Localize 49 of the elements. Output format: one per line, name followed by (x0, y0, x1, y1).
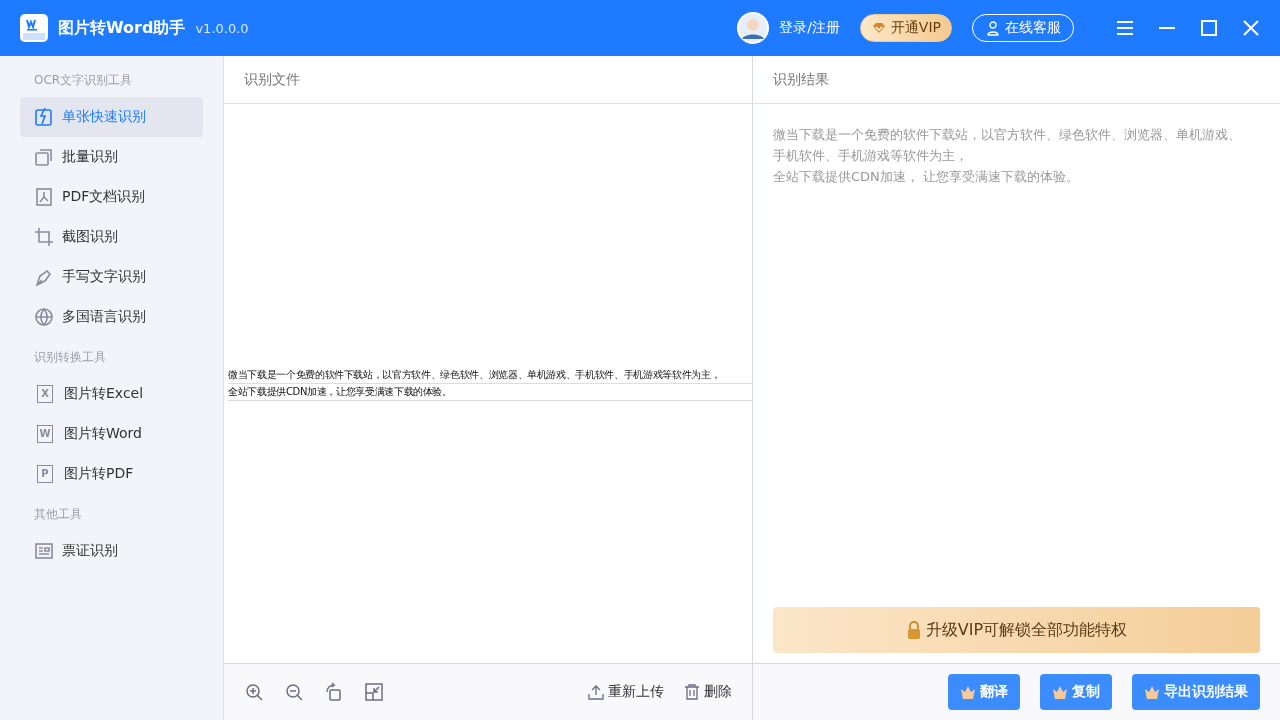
sidebar-item[interactable]: 批量识别 (20, 137, 203, 177)
pen-icon (34, 267, 54, 287)
section-heading: 识别转换工具 (34, 349, 107, 366)
close-icon[interactable] (1242, 19, 1260, 37)
banner-text: 升级VIP可解锁全部功能特权 (925, 619, 1128, 641)
card-icon (34, 541, 54, 561)
zoom-in-icon[interactable] (244, 682, 264, 702)
file-type-badge: X (37, 385, 53, 403)
trash-icon (684, 684, 700, 700)
crown-icon (960, 684, 976, 700)
upload-button[interactable]: 重新上传 (588, 683, 664, 701)
crown-icon (1144, 684, 1160, 700)
maximize-icon[interactable] (1200, 19, 1218, 37)
sidebar-item[interactable]: PDF文档识别 (20, 177, 203, 217)
preview-text-line: 微当下载是一个免费的软件下载站，以官方软件、绿色软件、浏览器、单机游戏、手机软件、手机游戏等软件为主， (228, 366, 752, 384)
version-label: v1.0.0.0 (195, 20, 249, 36)
sidebar-item[interactable]: X 图片转Excel (20, 374, 203, 414)
crown-icon (1052, 684, 1068, 700)
pdf-icon (34, 187, 54, 207)
section-heading: OCR文字识别工具 (34, 72, 134, 89)
sidebar-item[interactable]: P 图片转PDF (20, 454, 203, 494)
app-title: 图片转Word助手 (58, 17, 186, 39)
sidebar-item[interactable]: 截图识别 (20, 217, 203, 257)
login-link[interactable]: 登录/注册 (779, 19, 840, 37)
sidebar-item[interactable]: 多国语言识别 (20, 297, 203, 337)
section-heading: 其他工具 (34, 506, 83, 523)
globe-icon (34, 307, 54, 327)
stack-icon (34, 147, 54, 167)
upload-icon (588, 684, 604, 700)
sidebar-item[interactable]: W 图片转Word (20, 414, 203, 454)
flash-icon (34, 107, 54, 127)
menu-icon[interactable] (1116, 19, 1134, 37)
sidebar-item[interactable]: 手写文字识别 (20, 257, 203, 297)
vip-upgrade-banner[interactable]: 升级VIP可解锁全部功能特权 (773, 607, 1260, 653)
crop-icon (34, 227, 54, 247)
avatar-icon[interactable] (737, 12, 770, 44)
app-logo-icon (20, 14, 48, 42)
shrink-icon[interactable] (364, 682, 384, 702)
lock-icon (905, 621, 922, 639)
sidebar-item[interactable]: 票证识别 (20, 531, 203, 571)
person-icon (985, 20, 1001, 36)
zoom-out-icon[interactable] (284, 682, 304, 702)
delete-button[interactable]: 删除 (684, 683, 732, 701)
result-text: 全站下载提供CDN加速， 让您享受满速下载的体验。 (773, 168, 1080, 186)
preview-text-line: 全站下载提供CDN加速，让您享受满速下载的体验。 (228, 383, 752, 401)
vip-button[interactable]: 开通VIP (859, 14, 952, 42)
rotate-icon[interactable] (324, 682, 344, 702)
file-type-badge: P (37, 465, 53, 483)
file-type-badge: W (37, 425, 53, 443)
